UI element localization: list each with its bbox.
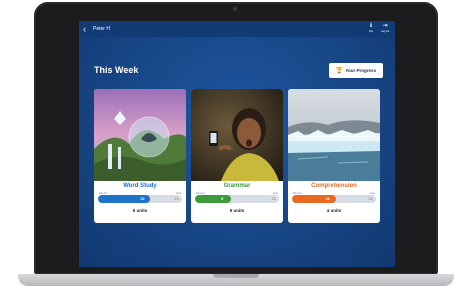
card-title: Word Study xyxy=(123,183,157,189)
comprehension-illustration xyxy=(288,89,380,181)
app-screen: ‹ Peter H ℹ Info ⇥ Log out This Week 🏆 Y… xyxy=(79,21,395,267)
logout-icon: ⇥ xyxy=(382,23,388,29)
progress-track: 13 21 xyxy=(98,195,182,203)
info-icon: ℹ xyxy=(369,23,373,29)
progress-count: 11 xyxy=(325,196,330,201)
camera xyxy=(233,7,237,11)
grammar-illustration xyxy=(191,89,283,181)
your-progress-label: Your Progress xyxy=(345,68,377,73)
back-chevron-icon[interactable]: ‹ xyxy=(83,23,86,35)
card-word-study[interactable]: Word Study Minutes Goal 13 21 6 units xyxy=(94,89,186,223)
section-title: This Week xyxy=(94,65,139,75)
word-study-illustration xyxy=(94,89,186,181)
progress-total: 21 xyxy=(368,196,373,201)
logout-label: Log out xyxy=(380,30,390,33)
info-button[interactable]: ℹ Info xyxy=(365,23,377,33)
progress-fill xyxy=(195,195,232,203)
progress-track: 11 21 xyxy=(292,195,376,203)
device-label: MacBook Pro xyxy=(212,276,231,280)
card-grammar[interactable]: Grammar Minutes Goal 9 21 5 units xyxy=(191,89,283,223)
progress-total: 21 xyxy=(174,196,179,201)
progress-count: 13 xyxy=(140,196,145,201)
your-progress-button[interactable]: 🏆 Your Progress xyxy=(329,63,383,78)
card-title: Grammar xyxy=(223,183,251,189)
card-title: Comprehension xyxy=(311,183,357,189)
user-name: Peter H xyxy=(93,26,110,32)
info-label: Info xyxy=(368,30,374,33)
progress-track: 9 21 xyxy=(195,195,279,203)
card-comprehension[interactable]: Comprehension Minutes Goal 11 21 4 units xyxy=(288,89,380,223)
trophy-icon: 🏆 xyxy=(335,68,344,74)
progress-total: 21 xyxy=(271,196,276,201)
progress-count: 9 xyxy=(221,196,224,201)
units-label: 5 units xyxy=(229,208,245,213)
top-bar: ‹ Peter H ℹ Info ⇥ Log out xyxy=(79,21,395,37)
units-label: 4 units xyxy=(326,208,342,213)
units-label: 6 units xyxy=(132,208,148,213)
logout-button[interactable]: ⇥ Log out xyxy=(377,23,393,33)
